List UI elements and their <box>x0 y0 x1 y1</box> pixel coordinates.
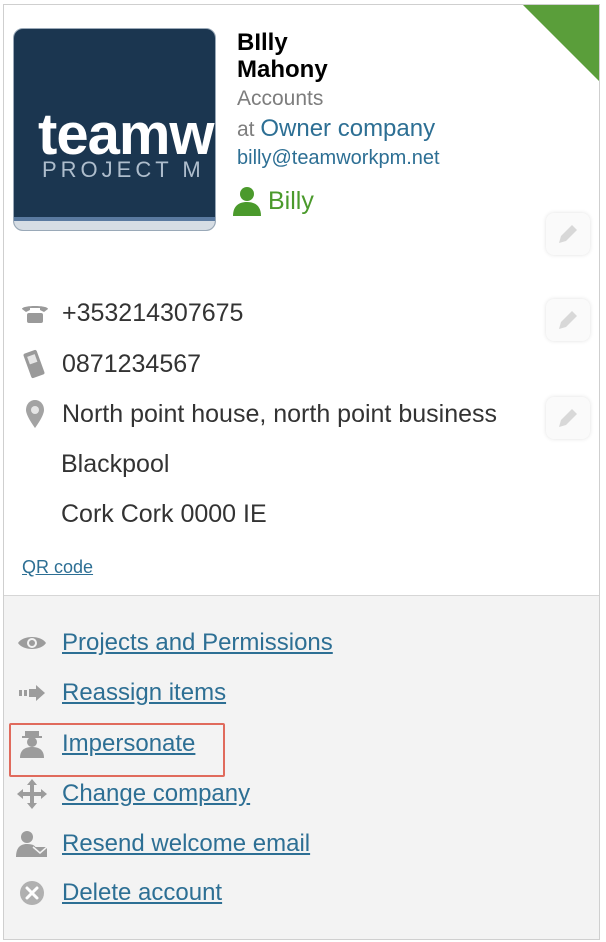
edit-phone-button[interactable] <box>546 299 590 341</box>
mobile-row: 0871234567 <box>18 349 201 379</box>
change-company-link[interactable]: Change company <box>62 780 250 808</box>
impersonate-highlight <box>9 723 225 777</box>
profile-name: BIlly Mahony <box>237 29 328 83</box>
qr-code-link[interactable]: QR code <box>22 557 93 578</box>
username-label: Billy <box>268 186 314 215</box>
address-line2: Blackpool <box>61 450 170 478</box>
address-line1: North point house, north point business <box>62 399 497 428</box>
email-link[interactable]: billy@teamworkpm.net <box>237 147 440 170</box>
last-name: Mahony <box>237 56 328 83</box>
first-name: BIlly <box>237 29 288 56</box>
resend-welcome-email-link[interactable]: Resend welcome email <box>62 830 310 858</box>
corner-flag <box>523 5 599 81</box>
company-logo: teamw PROJECT M <box>13 28 216 231</box>
profile-company-line: at Owner company <box>237 115 435 143</box>
address-row: North point house, north point business <box>18 399 497 429</box>
pencil-icon <box>559 311 577 329</box>
address-line3: Cork Cork 0000 IE <box>61 500 267 528</box>
mobile-phone-icon <box>18 349 52 379</box>
action-projects-permissions[interactable]: Projects and Permissions <box>14 629 333 657</box>
delete-account-link[interactable]: Delete account <box>62 879 222 907</box>
arrow-right-icon <box>14 683 50 703</box>
edit-address-button[interactable] <box>546 397 590 439</box>
phone-row: +353214307675 <box>18 299 243 328</box>
phone-number: +353214307675 <box>62 299 244 327</box>
profile-card: teamw PROJECT M BIlly Mahony Accounts at… <box>3 4 600 940</box>
eye-icon <box>14 632 50 654</box>
profile-role: Accounts <box>237 87 324 110</box>
action-change-company[interactable]: Change company <box>14 779 250 809</box>
action-delete-account[interactable]: Delete account <box>14 879 222 907</box>
logo-subtext: PROJECT M <box>42 157 205 182</box>
move-icon <box>14 779 50 809</box>
user-icon <box>233 187 261 216</box>
location-pin-icon <box>18 399 52 429</box>
username-link[interactable]: Billy <box>230 185 314 217</box>
mobile-number: 0871234567 <box>62 349 202 378</box>
reassign-items-link[interactable]: Reassign items <box>62 679 226 707</box>
action-resend-welcome-email[interactable]: Resend welcome email <box>14 829 310 859</box>
projects-permissions-link[interactable]: Projects and Permissions <box>62 629 333 657</box>
company-prefix: at <box>237 118 255 141</box>
user-email-icon <box>14 829 50 859</box>
phone-icon <box>18 303 52 325</box>
pencil-icon <box>559 225 577 243</box>
action-reassign-items[interactable]: Reassign items <box>14 679 226 707</box>
edit-profile-button[interactable] <box>546 213 590 255</box>
company-link[interactable]: Owner company <box>260 115 435 142</box>
pencil-icon <box>559 409 577 427</box>
delete-icon <box>14 879 50 907</box>
